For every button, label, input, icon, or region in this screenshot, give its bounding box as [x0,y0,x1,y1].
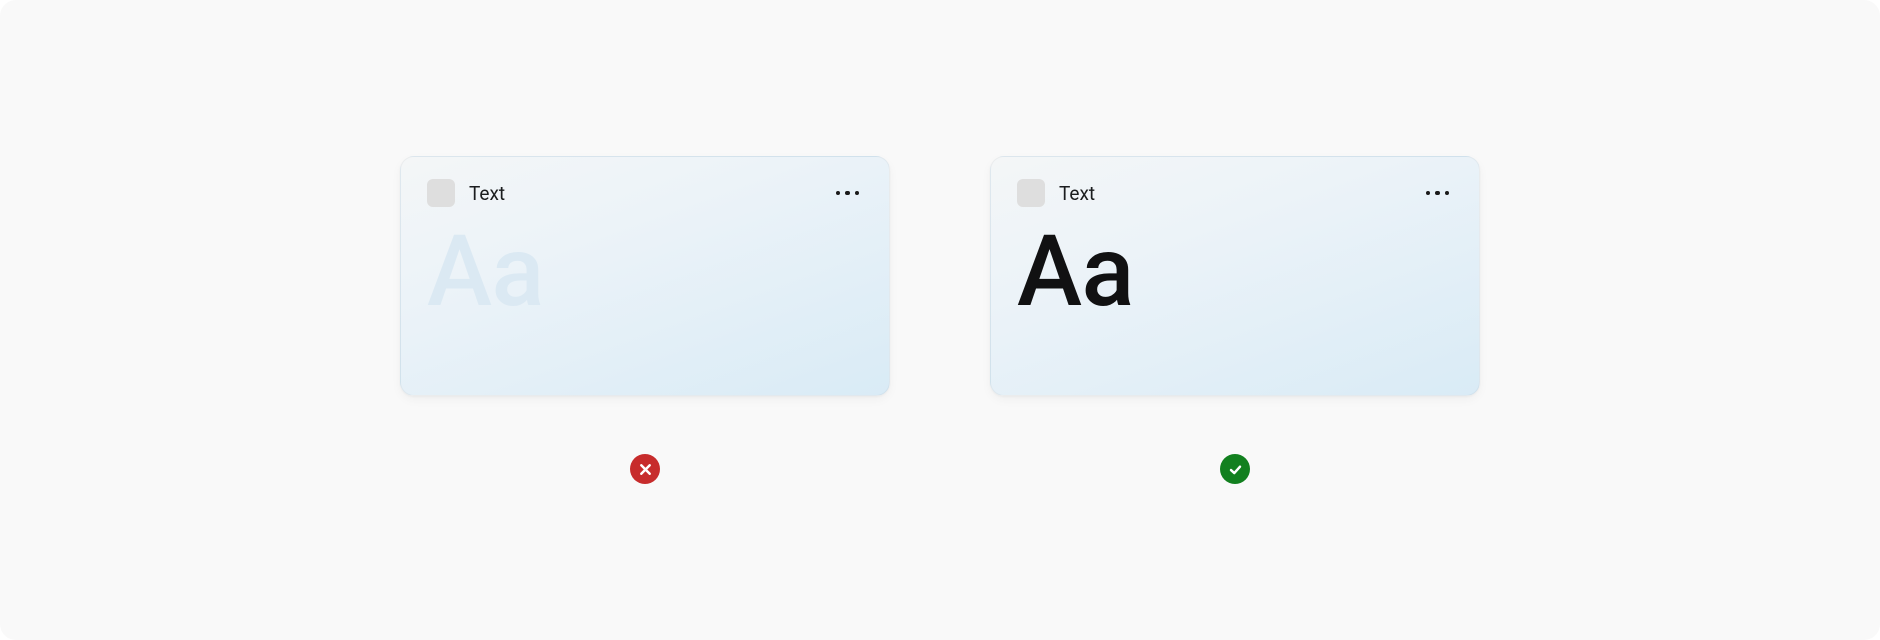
card-header-left: Text [427,179,505,207]
card-bad: Text Aa [400,156,890,396]
status-badge-incorrect [630,454,660,484]
example-good: Text Aa [990,156,1480,484]
card-title: Text [1059,182,1095,205]
sample-text-low-contrast: Aa [427,223,863,321]
status-badge-correct [1220,454,1250,484]
card-good: Text Aa [990,156,1480,396]
more-options-icon[interactable] [832,187,864,200]
example-bad: Text Aa [400,156,890,484]
comparison-canvas: Text Aa Text [0,0,1880,640]
more-options-icon[interactable] [1422,187,1454,200]
card-thumbnail-placeholder [1017,179,1045,207]
card-header-left: Text [1017,179,1095,207]
card-header: Text [427,179,863,207]
x-icon [638,462,653,477]
card-header: Text [1017,179,1453,207]
card-title: Text [469,182,505,205]
sample-text-high-contrast: Aa [1017,223,1453,321]
card-thumbnail-placeholder [427,179,455,207]
check-icon [1228,462,1243,477]
